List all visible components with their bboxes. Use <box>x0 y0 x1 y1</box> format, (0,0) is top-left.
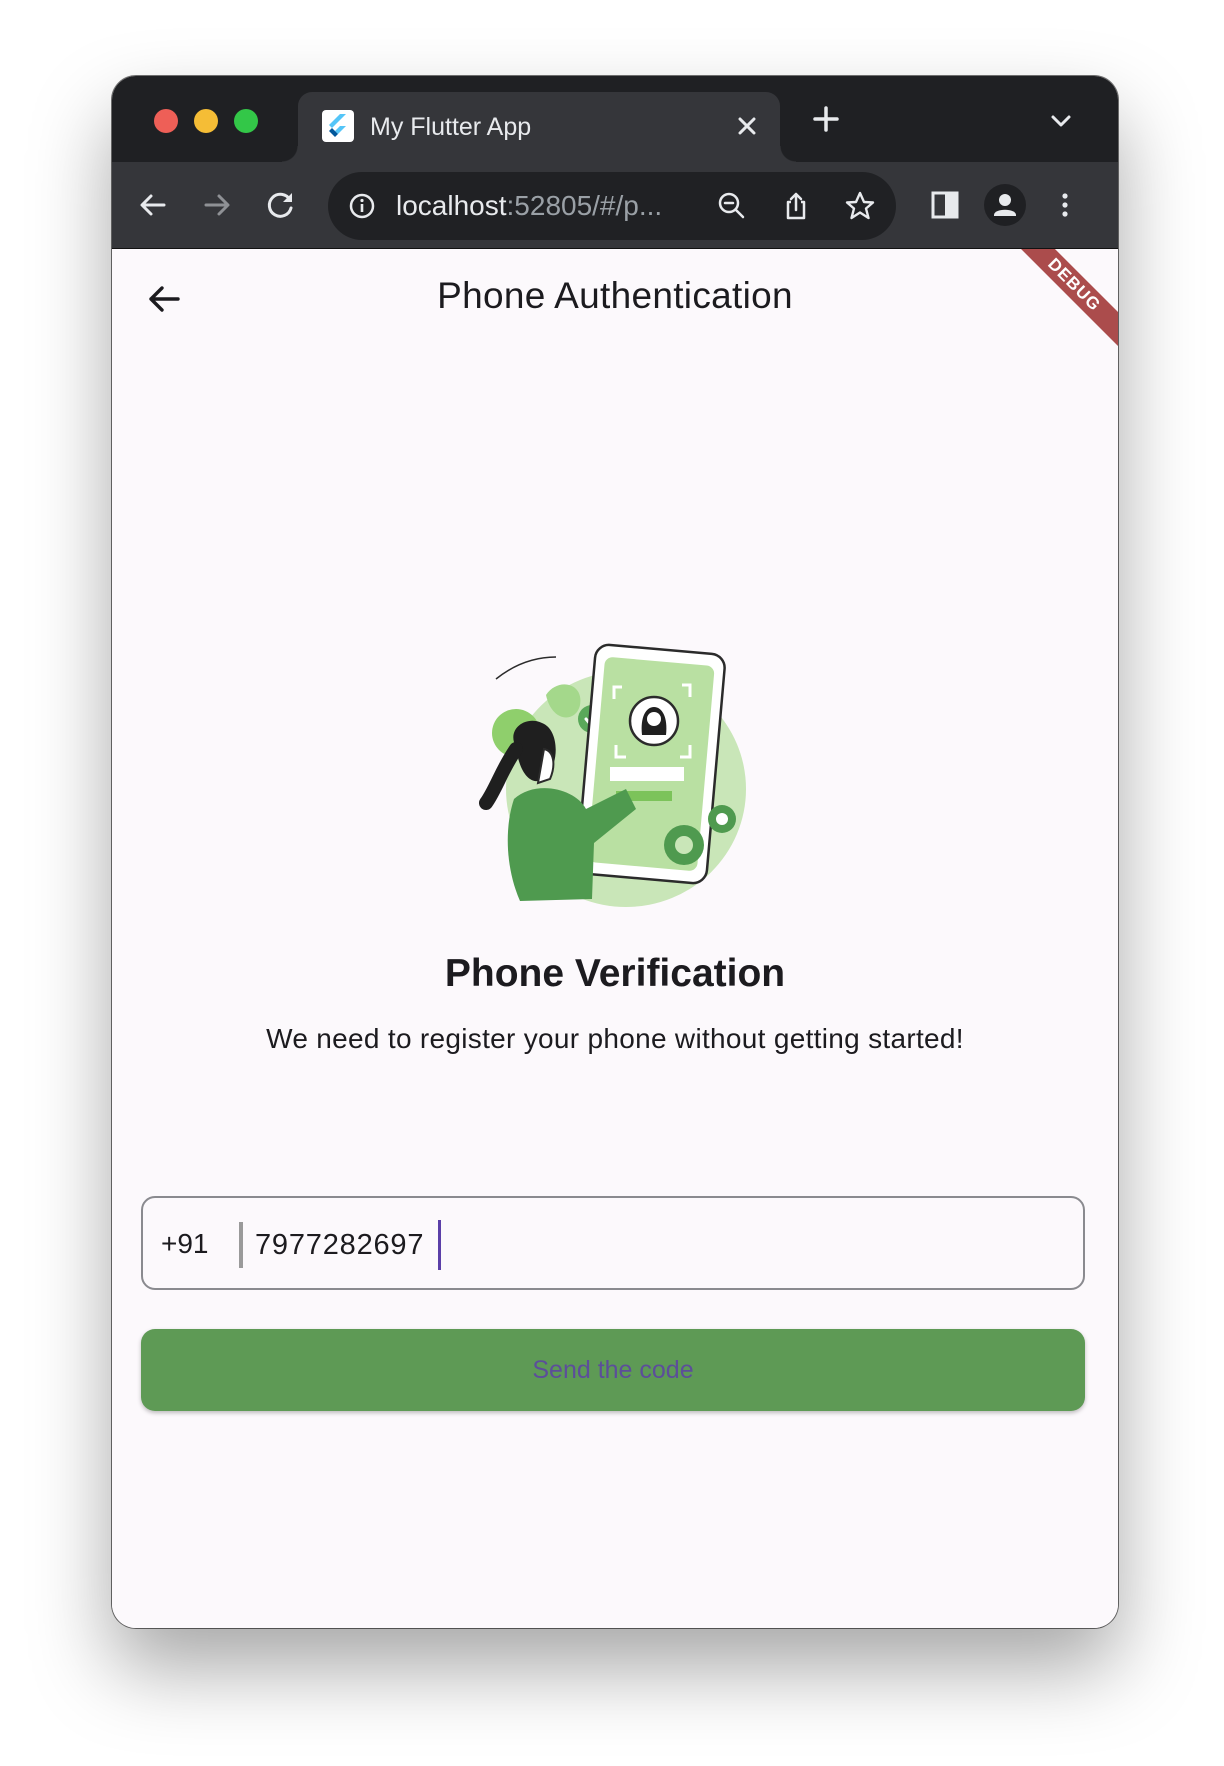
app-bar-title: Phone Authentication <box>437 275 793 316</box>
flutter-page: Phone Authentication DEBUG Phone Verific… <box>112 249 1118 1628</box>
window-minimize-button[interactable] <box>194 109 218 133</box>
forward-arrow-icon[interactable] <box>200 188 234 222</box>
profile-avatar[interactable] <box>984 184 1026 226</box>
phone-number-field[interactable]: +91 <box>141 1196 1085 1290</box>
browser-toolbar: localhost:52805/#/p... <box>112 162 1118 249</box>
phone-number-input[interactable] <box>253 1212 1057 1278</box>
more-vert-icon[interactable] <box>1048 188 1082 222</box>
country-code[interactable]: +91 <box>161 1224 209 1264</box>
chevron-down-icon[interactable] <box>1046 106 1076 136</box>
tab-title: My Flutter App <box>370 113 532 141</box>
browser-tab[interactable]: My Flutter App <box>282 92 796 162</box>
verification-description: We need to register your phone without g… <box>266 1023 964 1054</box>
side-panel-icon[interactable] <box>928 188 962 222</box>
zoom-out-icon[interactable] <box>716 190 748 222</box>
share-icon[interactable] <box>780 190 812 222</box>
reload-icon[interactable] <box>264 188 298 222</box>
flutter-logo-icon <box>322 110 354 142</box>
person-icon <box>994 194 1016 216</box>
new-tab-icon[interactable] <box>809 102 843 136</box>
address-bar[interactable]: localhost:52805/#/p... <box>328 172 896 240</box>
url-text: localhost:52805/#/p... <box>396 188 662 224</box>
browser-window: My Flutter App localhost:52805/#/p... Ph… <box>112 76 1118 1628</box>
window-maximize-button[interactable] <box>234 109 258 133</box>
phone-verification-illustration <box>479 643 746 907</box>
url-path: :52805/#/p... <box>506 190 663 221</box>
window-close-button[interactable] <box>154 109 178 133</box>
tab-bar: My Flutter App <box>112 76 1118 162</box>
info-icon[interactable] <box>348 192 376 220</box>
url-host: localhost <box>396 190 507 221</box>
text-cursor <box>438 1220 441 1270</box>
back-arrow-icon[interactable] <box>136 188 170 222</box>
close-tab-icon[interactable] <box>734 113 760 139</box>
field-divider <box>239 1222 243 1268</box>
verification-heading: Phone Verification <box>444 952 786 995</box>
send-code-button[interactable]: Send the code <box>141 1329 1085 1411</box>
star-icon[interactable] <box>844 190 876 222</box>
